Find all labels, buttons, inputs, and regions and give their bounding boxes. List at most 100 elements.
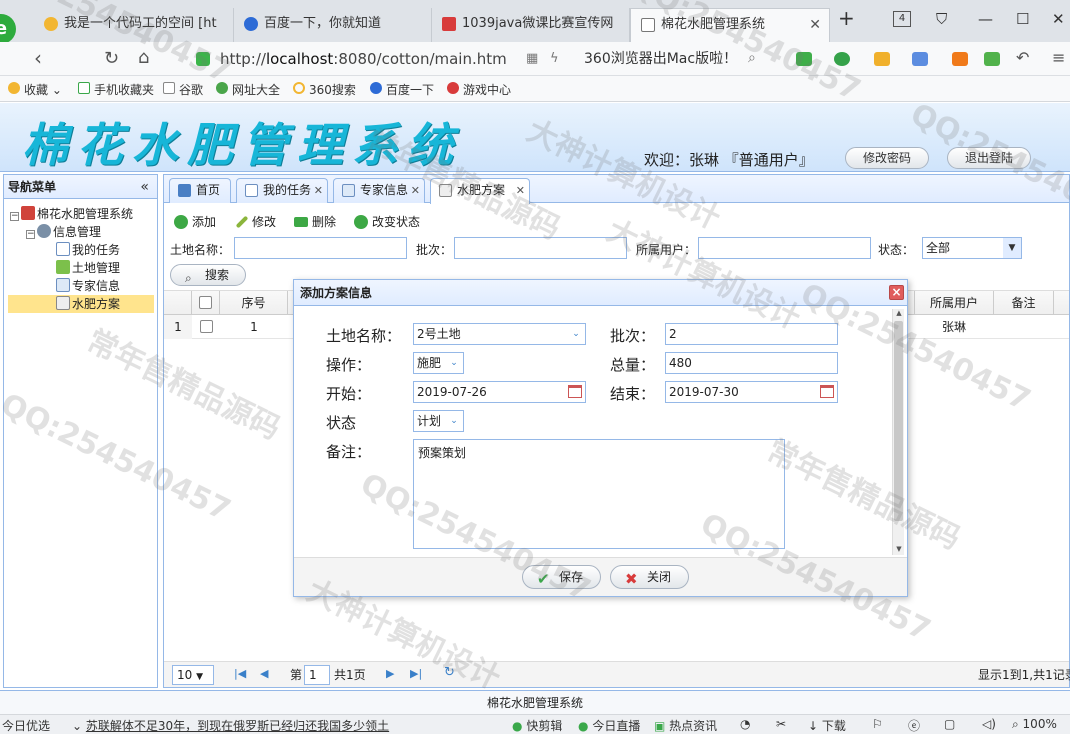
search-hint[interactable]: 360浏览器出Mac版啦！ bbox=[584, 48, 737, 68]
close-icon[interactable]: × bbox=[889, 285, 904, 300]
search-icon[interactable]: ⌕ bbox=[748, 50, 756, 66]
next-page-icon[interactable]: ▶ bbox=[386, 667, 394, 680]
screenshot-icon[interactable] bbox=[912, 52, 928, 66]
close-window-icon[interactable]: ✕ bbox=[1052, 10, 1065, 28]
translate-icon[interactable] bbox=[834, 52, 850, 66]
qr-icon[interactable]: ▦ bbox=[526, 51, 538, 66]
tab-fertilizer-plan[interactable]: 水肥方案 ✕ bbox=[430, 178, 530, 204]
collapse-icon[interactable]: « bbox=[140, 175, 149, 199]
shield-ext-icon[interactable] bbox=[874, 52, 890, 66]
scrollbar-thumb[interactable] bbox=[894, 321, 903, 521]
minimize-icon[interactable]: — bbox=[978, 10, 993, 28]
tab-experts[interactable]: 专家信息 ✕ bbox=[333, 178, 425, 203]
row-select[interactable] bbox=[192, 315, 220, 339]
status-select[interactable]: 计划 ⌄ bbox=[413, 410, 464, 432]
reload-icon[interactable]: ↻ bbox=[104, 48, 119, 69]
start-date-input[interactable]: 2019-07-26 bbox=[413, 381, 586, 403]
menu-icon[interactable]: ≡ bbox=[1052, 48, 1065, 67]
last-page-icon[interactable]: ▶| bbox=[410, 667, 422, 680]
refresh-icon[interactable]: ↻ bbox=[444, 665, 455, 680]
search-button[interactable]: ⌕ 搜索 bbox=[170, 264, 246, 286]
status-left[interactable]: 今日优选 bbox=[2, 717, 50, 734]
download-link[interactable]: ↓ 下载 bbox=[808, 717, 846, 734]
bookmark-item[interactable]: 百度一下 bbox=[370, 81, 434, 98]
first-page-icon[interactable]: |◀ bbox=[234, 667, 246, 680]
url-field[interactable]: http://localhost:8080/cotton/main.htm bbox=[186, 47, 516, 71]
back-icon[interactable]: ‹ bbox=[34, 46, 42, 70]
chevron-down-icon[interactable]: ▼ bbox=[1003, 238, 1021, 258]
home-icon[interactable]: ⌂ bbox=[138, 47, 149, 68]
delete-button[interactable]: 删除 bbox=[292, 213, 336, 231]
shirt-icon[interactable]: ⛉ bbox=[936, 10, 947, 28]
operation-select[interactable]: 施肥 ⌄ bbox=[413, 352, 464, 374]
hot-news-link[interactable]: ▣ 热点资讯 bbox=[654, 717, 717, 734]
note-header[interactable]: 备注 bbox=[994, 291, 1054, 315]
calendar-icon[interactable] bbox=[820, 385, 834, 398]
news-ticker[interactable]: ⌄ 苏联解体不足30年，到现在俄罗斯已经归还我国多少领土 bbox=[72, 717, 389, 734]
bookmark-item[interactable]: 手机收藏夹 bbox=[78, 81, 154, 98]
zoom-control[interactable]: ⌕ 100% bbox=[1012, 717, 1057, 732]
bookmark-item[interactable]: 游戏中心 bbox=[447, 81, 511, 98]
status-filter-select[interactable]: 全部 ▼ bbox=[922, 237, 1022, 259]
sound-icon[interactable]: ◁) bbox=[982, 717, 996, 731]
browser-tab-2[interactable]: 百度一下，你就知道 bbox=[234, 8, 432, 42]
chevron-down-icon[interactable]: ⌄ bbox=[445, 353, 463, 373]
tool-icon[interactable]: ✂ bbox=[776, 717, 786, 731]
nav-item-my-tasks[interactable]: 我的任务 bbox=[56, 241, 120, 259]
dialog-scrollbar[interactable]: ▲ ▼ bbox=[892, 309, 904, 555]
note-textarea[interactable]: 预案策划 bbox=[413, 439, 785, 549]
edit-button[interactable]: 修改 bbox=[232, 213, 276, 231]
user-header[interactable]: 所属用户 bbox=[914, 291, 994, 315]
collapse-toggle-icon[interactable]: − bbox=[26, 230, 35, 239]
total-input[interactable]: 480 bbox=[665, 352, 838, 374]
window-icon[interactable]: ▢ bbox=[944, 717, 955, 731]
bookmark-item[interactable]: 网址大全 bbox=[216, 81, 280, 98]
tab-home[interactable]: 首页 bbox=[169, 178, 231, 203]
speed-icon[interactable]: ◔ bbox=[740, 717, 750, 731]
prev-page-icon[interactable]: ◀ bbox=[260, 667, 268, 680]
battery-icon[interactable] bbox=[984, 52, 1000, 66]
save-button[interactable]: ✔ 保存 bbox=[522, 565, 601, 589]
nav-item-land[interactable]: 土地管理 bbox=[56, 259, 120, 277]
nav-item-fertilizer-plan[interactable]: 水肥方案 bbox=[8, 295, 154, 313]
bookmark-item[interactable]: 360搜索 bbox=[293, 81, 356, 98]
tab-count-badge[interactable]: 4 bbox=[893, 11, 911, 27]
close-tab-icon[interactable]: ✕ bbox=[809, 9, 821, 41]
undo-icon[interactable]: ↶ bbox=[1016, 48, 1029, 67]
browser-tab-3[interactable]: 1039java微课比赛宣传网 bbox=[432, 8, 630, 42]
select-all-header[interactable] bbox=[192, 291, 220, 315]
live-link[interactable]: ● 今日直播 bbox=[578, 717, 640, 734]
lightning-icon[interactable]: ϟ bbox=[550, 51, 559, 66]
new-tab-icon[interactable]: + bbox=[838, 6, 855, 30]
scroll-up-icon[interactable]: ▲ bbox=[893, 309, 905, 319]
tab-my-tasks[interactable]: 我的任务 ✕ bbox=[236, 178, 328, 203]
bookmark-item[interactable]: 谷歌 bbox=[163, 81, 203, 98]
change-status-button[interactable]: 改变状态 bbox=[352, 213, 420, 231]
close-tab-icon[interactable]: ✕ bbox=[411, 179, 420, 202]
scissors-icon[interactable] bbox=[796, 52, 812, 66]
seq-header[interactable]: 序号 bbox=[220, 291, 288, 315]
nav-item-experts[interactable]: 专家信息 bbox=[56, 277, 120, 295]
end-date-input[interactable]: 2019-07-30 bbox=[665, 381, 838, 403]
bookmark-item[interactable]: 收藏 ⌄ bbox=[8, 81, 62, 98]
close-tab-icon[interactable]: ✕ bbox=[516, 179, 525, 202]
scroll-down-icon[interactable]: ▼ bbox=[893, 545, 905, 555]
chevron-down-icon[interactable]: ⌄ bbox=[445, 411, 463, 431]
user-filter-input[interactable] bbox=[698, 237, 871, 259]
chevron-down-icon[interactable]: ⌄ bbox=[567, 324, 585, 344]
apps-icon[interactable] bbox=[952, 52, 968, 66]
close-tab-icon[interactable]: ✕ bbox=[314, 179, 323, 202]
browser-tab-1[interactable]: 我是一个代码工的空间 [ht bbox=[34, 8, 234, 42]
cancel-button[interactable]: ✖ 关闭 bbox=[610, 565, 689, 589]
browser-tab-active[interactable]: 棉花水肥管理系统 ✕ bbox=[630, 8, 830, 42]
batch-input[interactable]: 2 bbox=[665, 323, 838, 345]
land-select[interactable]: 2号土地 ⌄ bbox=[413, 323, 586, 345]
tree-group-info[interactable]: − 信息管理 bbox=[26, 223, 101, 241]
browser-logo-icon[interactable]: e bbox=[0, 14, 16, 44]
quick-clip-link[interactable]: ● 快剪辑 bbox=[512, 717, 562, 734]
calendar-icon[interactable] bbox=[568, 385, 582, 398]
page-size-select[interactable]: 10 ▼ bbox=[172, 665, 214, 685]
page-number-input[interactable]: 1 bbox=[304, 665, 330, 685]
ie-icon[interactable]: ⓔ bbox=[908, 717, 920, 734]
select-all-checkbox[interactable] bbox=[199, 296, 212, 309]
